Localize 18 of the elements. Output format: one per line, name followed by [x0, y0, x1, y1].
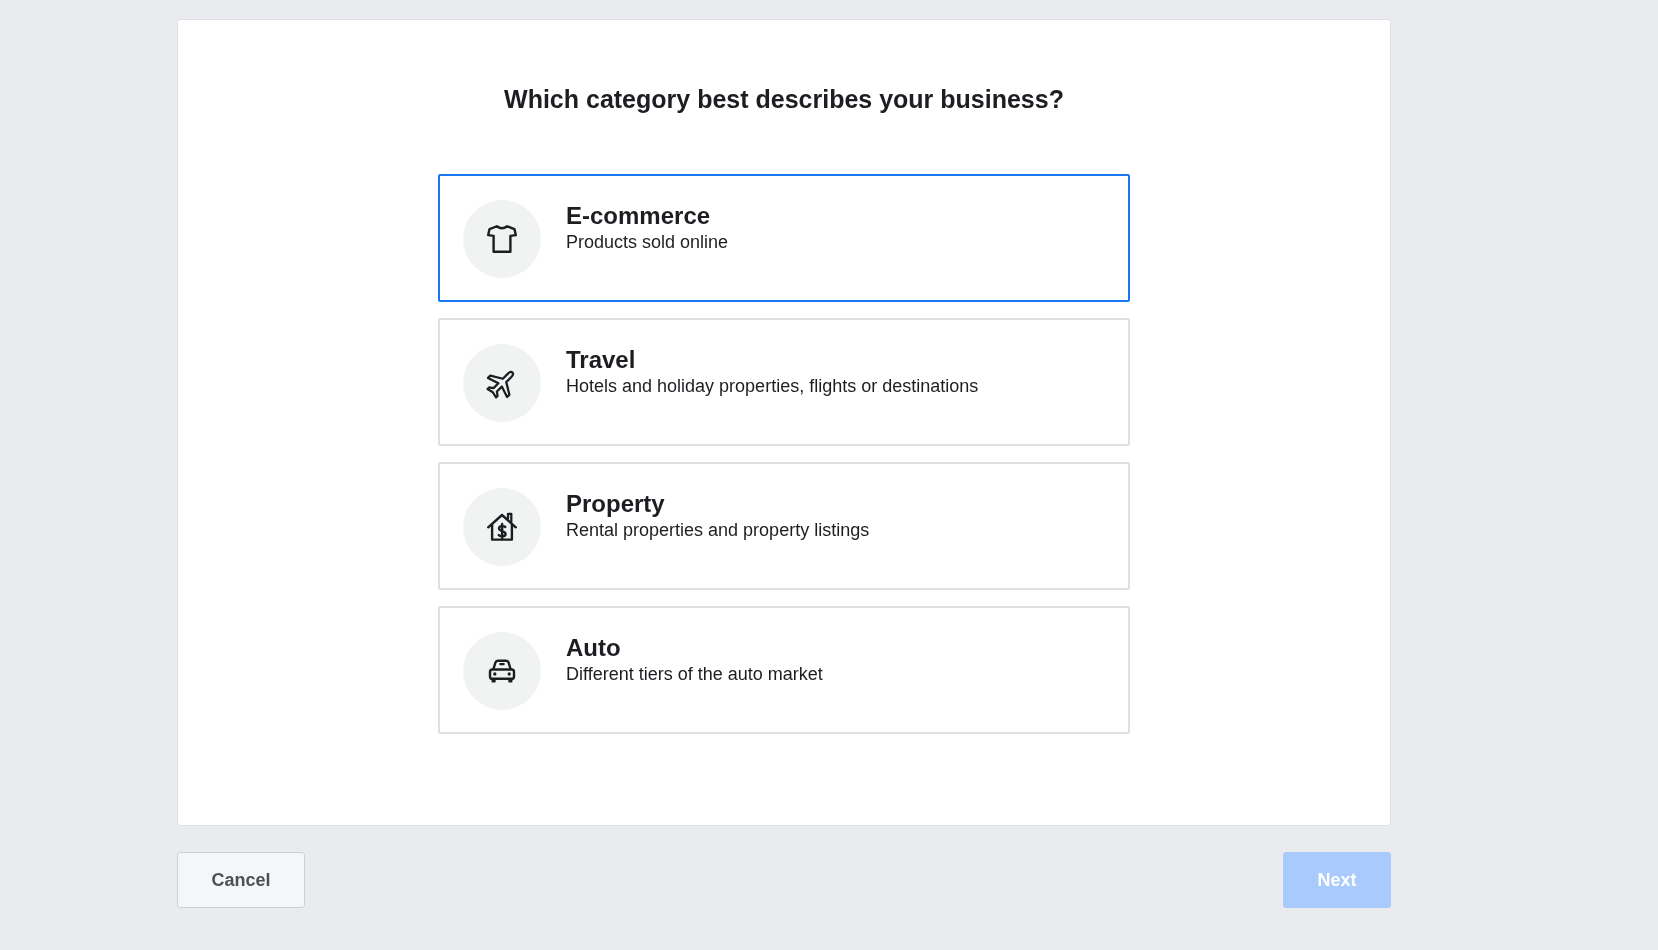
category-option[interactable]: Property Rental properties and property listings	[438, 462, 1130, 590]
tshirt-icon	[463, 200, 541, 278]
category-description: Different tiers of the auto market	[566, 663, 823, 686]
category-option[interactable]: E-commerce Products sold online	[438, 174, 1130, 302]
category-title: Property	[566, 489, 666, 518]
category-description: Hotels and holiday properties, flights or destinations	[566, 375, 979, 398]
category-option[interactable]: Travel Hotels and holiday properties, flights or destinations	[438, 318, 1130, 446]
cancel-button[interactable]: Cancel	[177, 852, 305, 908]
category-title: Travel	[566, 345, 637, 374]
category-option[interactable]: Auto Different tiers of the auto market	[438, 606, 1130, 734]
house-dollar-icon	[463, 488, 541, 566]
airplane-icon	[463, 344, 541, 422]
category-title: Auto	[566, 633, 622, 662]
category-title: E-commerce	[566, 201, 712, 230]
category-description: Rental properties and property listings	[566, 519, 870, 542]
category-description: Products sold online	[566, 231, 729, 254]
page-title: Which category best describes your business?	[504, 84, 1064, 115]
car-icon	[463, 632, 541, 710]
